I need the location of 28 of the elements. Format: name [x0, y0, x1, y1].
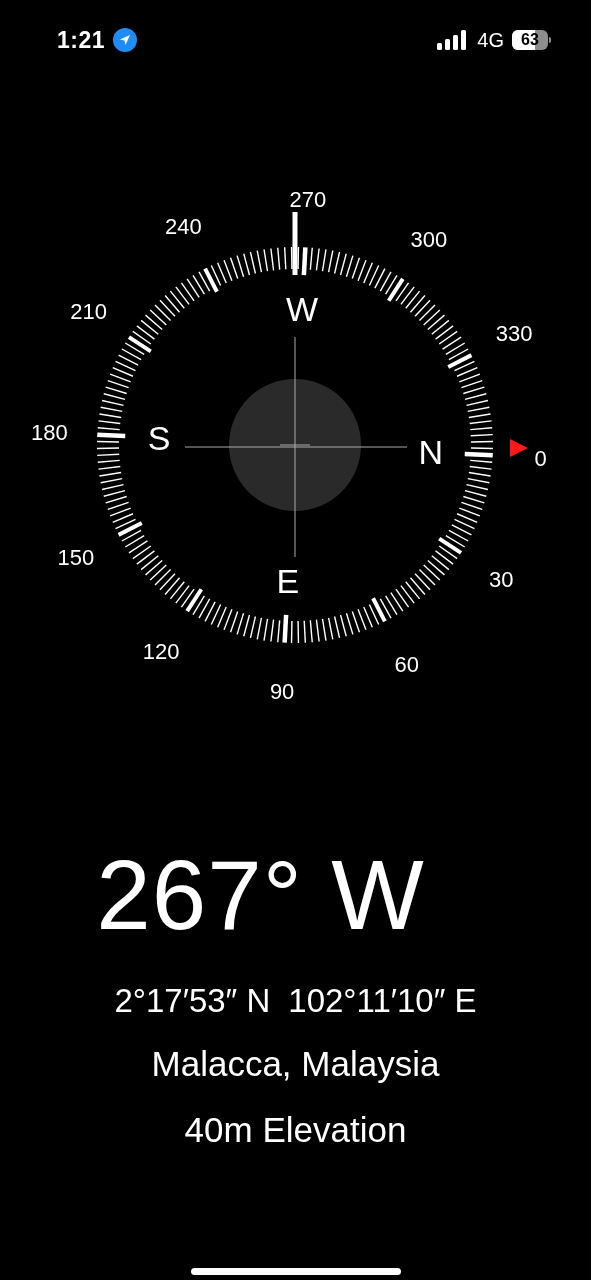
degree-label: 30 — [489, 567, 514, 592]
cardinal-letter: E — [276, 561, 300, 600]
home-indicator[interactable] — [190, 1268, 401, 1275]
degree-label: 300 — [410, 226, 448, 252]
degree-label: 150 — [57, 544, 95, 570]
latitude-text: 2°17′53″ N — [114, 982, 271, 1020]
degree-label: 0 — [534, 445, 547, 471]
cardinal-letter: W — [286, 290, 319, 329]
clock-time: 1:21 — [57, 26, 106, 54]
degree-label: 60 — [394, 652, 419, 678]
north-marker-icon — [510, 439, 528, 457]
degree-label: 90 — [269, 678, 295, 704]
degree-label: 180 — [31, 420, 68, 446]
cardinal-letter: S — [147, 418, 171, 457]
degree-label: 330 — [495, 321, 533, 347]
heading-pointer — [292, 212, 298, 275]
degree-label: 120 — [142, 639, 180, 665]
elevation-text: 40m Elevation — [184, 1110, 407, 1150]
degree-label: 270 — [289, 187, 327, 213]
longitude-text: 102°11′10″ E — [288, 982, 477, 1020]
network-type: 4G — [477, 28, 504, 52]
degree-label: 240 — [164, 213, 202, 239]
heading-reading: 267° W — [96, 840, 425, 950]
location-name: Malacca, Malaysia — [151, 1044, 440, 1084]
cardinal-letter: N — [418, 433, 444, 472]
battery-icon: 63 — [512, 30, 551, 50]
signal-icon — [437, 30, 468, 50]
degree-label: 210 — [70, 299, 108, 324]
